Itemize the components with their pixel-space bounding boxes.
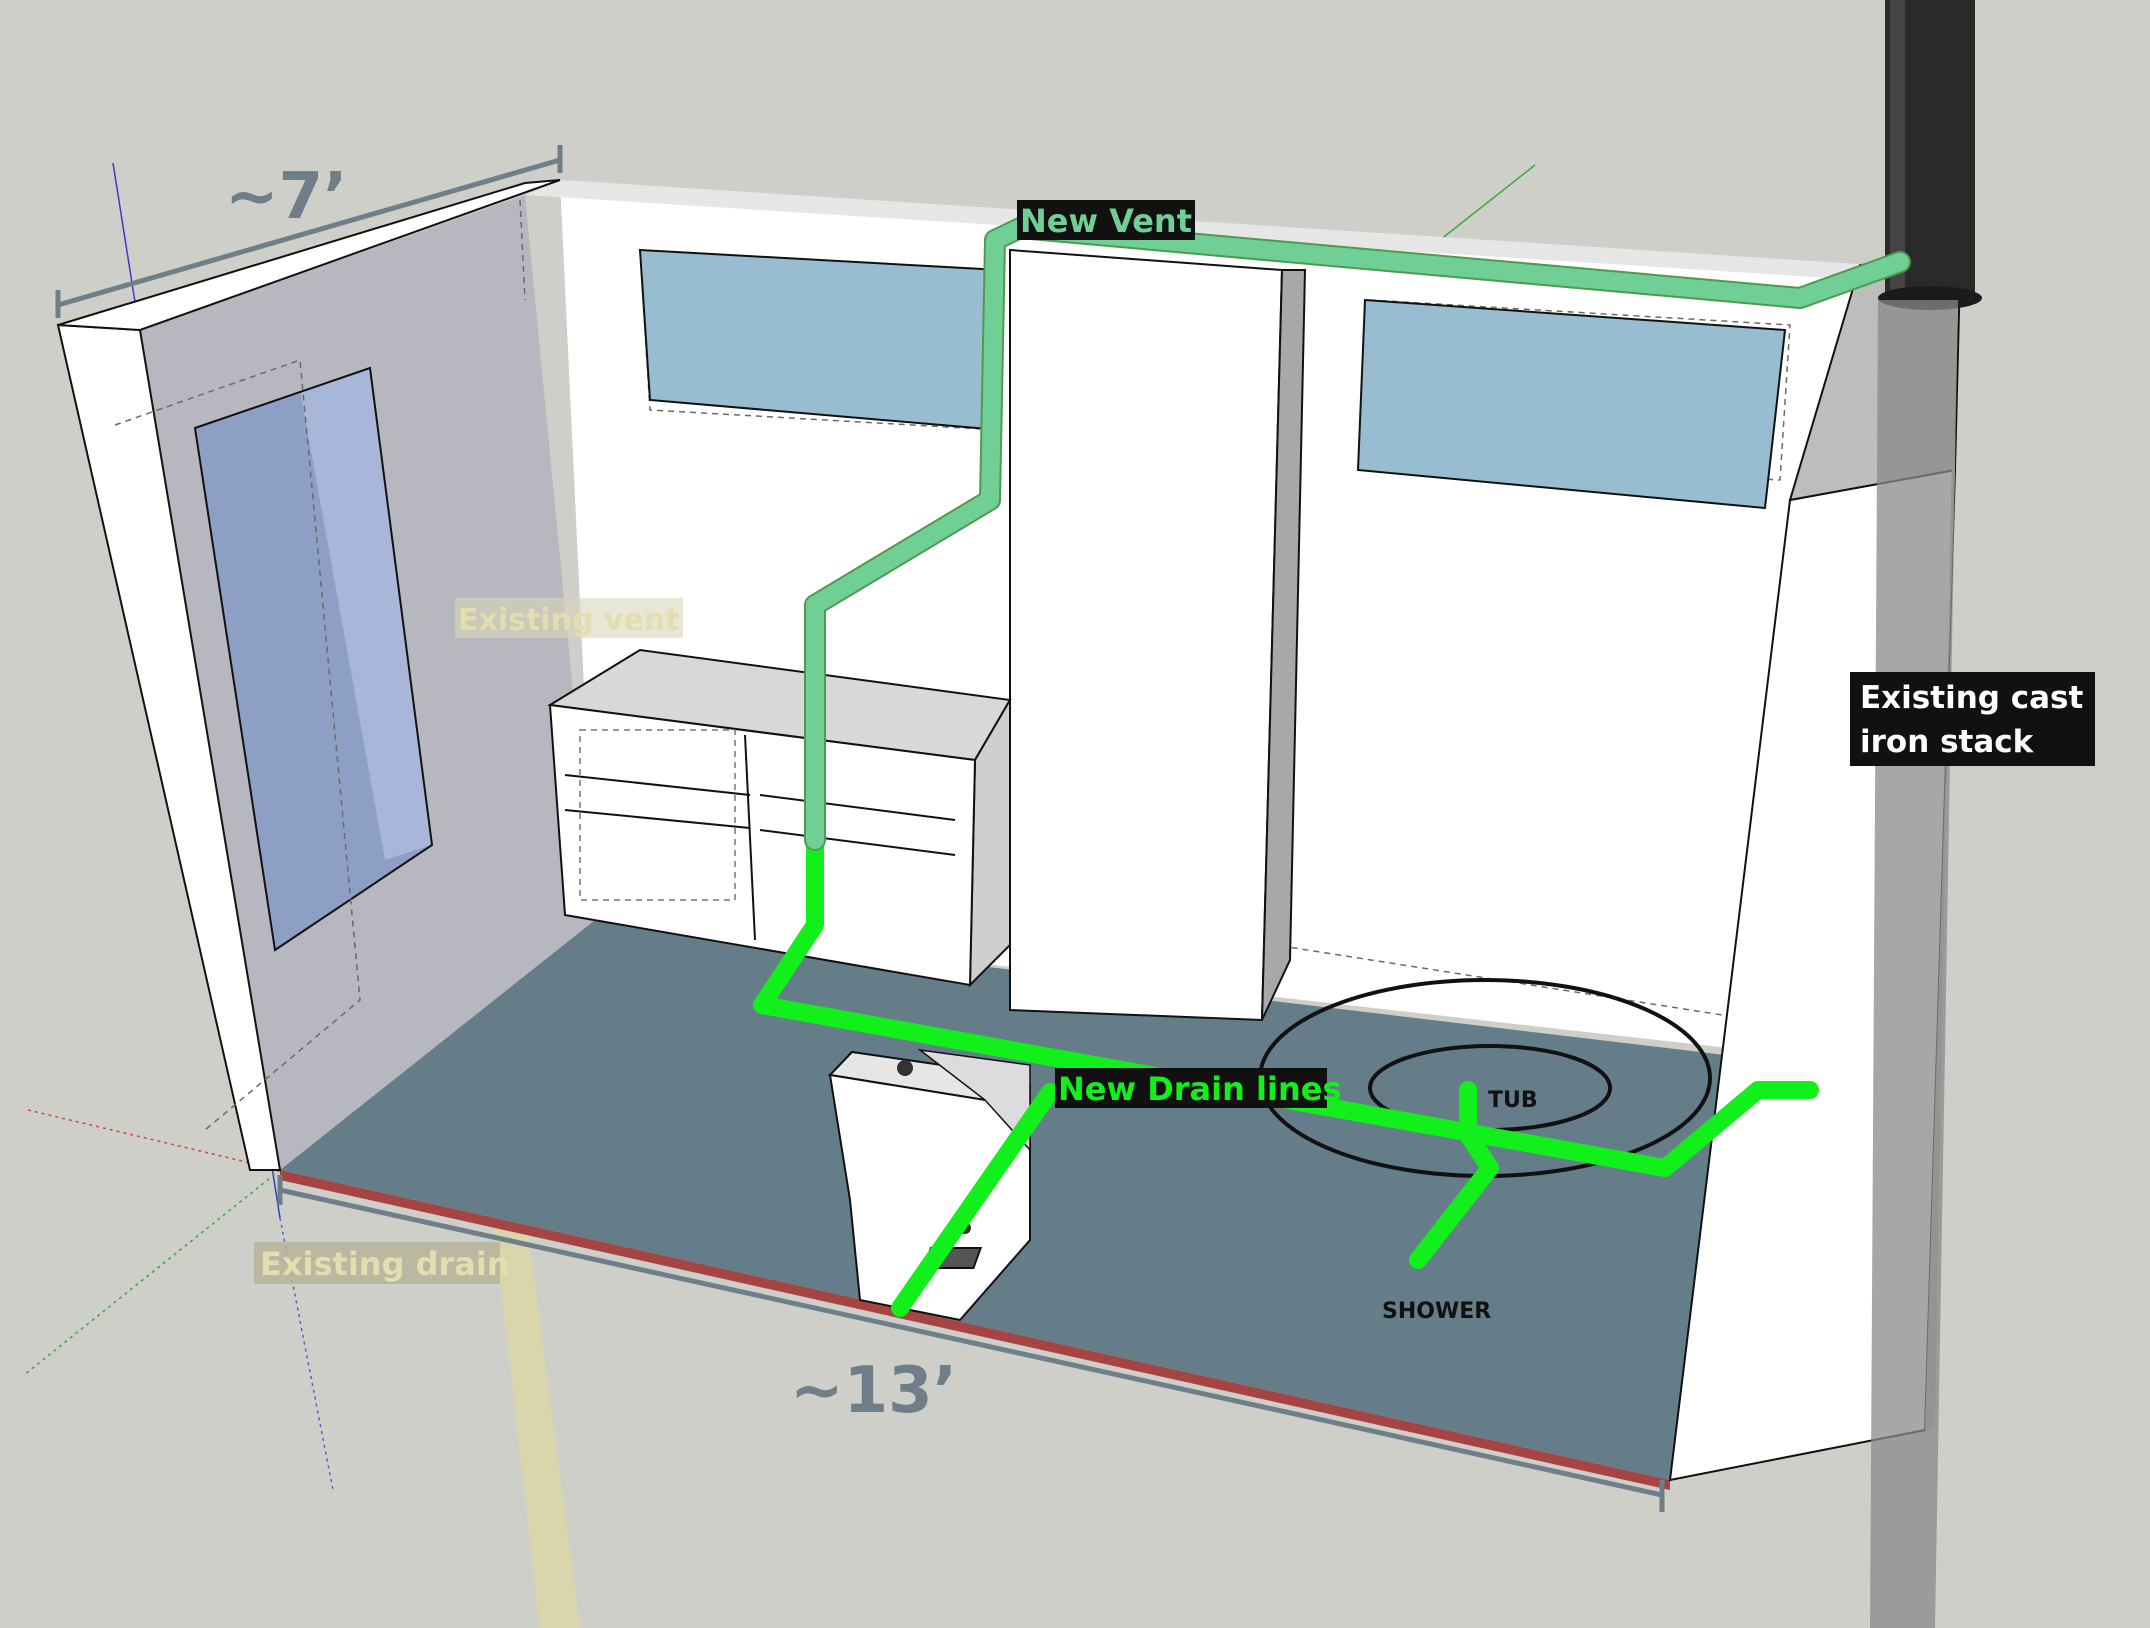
new-drain-label: New Drain lines (1058, 1070, 1341, 1108)
dimension-length-label: ~13’ (790, 1354, 957, 1428)
tub-label: TUB (1488, 1088, 1538, 1113)
new-vent-label: New Vent (1020, 202, 1192, 240)
bathroom-plumbing-diagram: ~7’ ~13’ New Vent Existing vent Existing… (0, 0, 2150, 1628)
existing-stack-label-line2: iron stack (1860, 724, 2035, 760)
existing-vent-label: Existing vent (458, 603, 679, 638)
partition-front (1009, 248, 1284, 1022)
shower-label: SHOWER (1382, 1299, 1491, 1324)
existing-stack-label-line1: Existing cast (1860, 680, 2083, 716)
existing-drain-label: Existing drain (260, 1245, 510, 1283)
dimension-width-label: ~7’ (225, 160, 347, 234)
back-window-right (1356, 298, 1787, 510)
back-window-left (638, 248, 1001, 432)
